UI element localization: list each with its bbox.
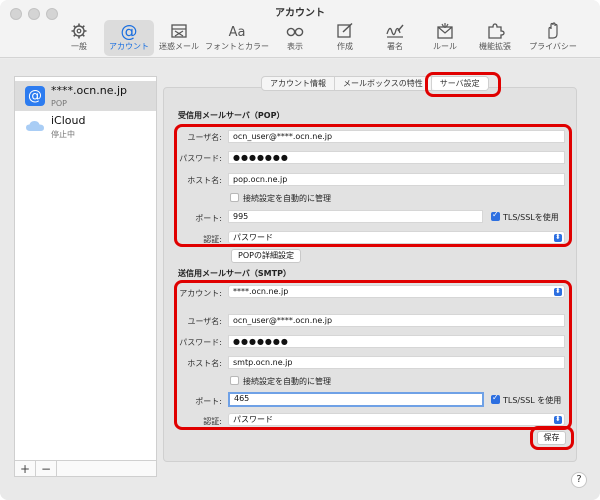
- tab-mailbox-behaviors[interactable]: メールボックスの特性: [335, 77, 432, 90]
- toolbar-viewing-label: 表示: [287, 42, 303, 51]
- pop-advanced-button[interactable]: POPの詳細設定: [231, 249, 301, 263]
- toolbar-privacy-label: プライバシー: [529, 42, 577, 51]
- toolbar-rules-label: ルール: [433, 42, 457, 51]
- highlight-smtp-settings: [174, 280, 572, 430]
- at-sign-icon: @: [121, 22, 138, 40]
- signature-icon: [386, 24, 404, 38]
- toolbar-junk-mail-label: 迷惑メール: [159, 42, 199, 51]
- help-button[interactable]: ?: [571, 472, 587, 488]
- puzzle-icon: [488, 23, 505, 39]
- toolbar-accounts[interactable]: @ アカウント: [104, 20, 154, 56]
- glasses-icon: [286, 27, 304, 37]
- preferences-window: アカウント 一般 @ アカウント 迷惑メール Aa フォントとカラー 表示 作成…: [0, 0, 600, 500]
- preferences-toolbar: 一般 @ アカウント 迷惑メール Aa フォントとカラー 表示 作成 署名 ルー…: [54, 20, 586, 56]
- cloud-icon: [25, 116, 45, 136]
- smtp-section-title: 送信用メールサーバ（SMTP）: [178, 269, 291, 278]
- toolbar-general[interactable]: 一般: [54, 20, 104, 56]
- at-sign-icon: @: [25, 86, 45, 106]
- toolbar-general-label: 一般: [71, 42, 87, 51]
- svg-text:Aa: Aa: [229, 25, 246, 40]
- junk-mail-icon: [171, 24, 187, 38]
- toolbar-accounts-label: アカウント: [109, 42, 149, 51]
- toolbar-fonts-colors[interactable]: Aa フォントとカラー: [204, 20, 270, 56]
- remove-account-button[interactable]: −: [36, 461, 57, 476]
- highlight-pop-settings: [174, 124, 572, 247]
- toolbar-composing-label: 作成: [337, 42, 353, 51]
- toolbar-viewing[interactable]: 表示: [270, 20, 320, 56]
- tab-account-info[interactable]: アカウント情報: [262, 77, 335, 90]
- account-status: 停止中: [51, 130, 75, 139]
- toolbar-composing[interactable]: 作成: [320, 20, 370, 56]
- toolbar-signatures-label: 署名: [387, 42, 403, 51]
- pop-section-title: 受信用メールサーバ（POP）: [178, 111, 285, 120]
- account-item-icloud[interactable]: iCloud 停止中: [15, 111, 156, 141]
- add-account-button[interactable]: +: [15, 461, 36, 476]
- rules-icon: [437, 23, 453, 39]
- svg-text:@: @: [121, 22, 138, 40]
- account-name: ****.ocn.ne.jp: [51, 84, 128, 97]
- title-bar: アカウント 一般 @ アカウント 迷惑メール Aa フォントとカラー 表示 作成…: [0, 0, 600, 58]
- toolbar-extensions[interactable]: 機能拡張: [470, 20, 520, 56]
- accounts-list: @ ****.ocn.ne.jp POP iCloud 停止中 + −: [14, 76, 157, 477]
- toolbar-extensions-label: 機能拡張: [479, 42, 511, 51]
- account-type: POP: [51, 99, 67, 108]
- window-title: アカウント: [275, 8, 325, 19]
- toolbar-rules[interactable]: ルール: [420, 20, 470, 56]
- highlight-save-button: [530, 426, 574, 450]
- compose-icon: [337, 22, 353, 38]
- hand-icon: [548, 22, 558, 39]
- gear-icon: [71, 23, 87, 39]
- font-icon: Aa: [229, 25, 246, 40]
- toolbar-junk-mail[interactable]: 迷惑メール: [154, 20, 204, 56]
- account-name: iCloud: [51, 114, 86, 127]
- account-item-ocn[interactable]: @ ****.ocn.ne.jp POP: [15, 81, 156, 111]
- sidebar-footer: + −: [15, 460, 156, 476]
- toolbar-signatures[interactable]: 署名: [370, 20, 420, 56]
- highlight-server-settings-tab: [425, 72, 501, 97]
- toolbar-privacy[interactable]: プライバシー: [520, 20, 586, 56]
- toolbar-fonts-colors-label: フォントとカラー: [205, 42, 269, 51]
